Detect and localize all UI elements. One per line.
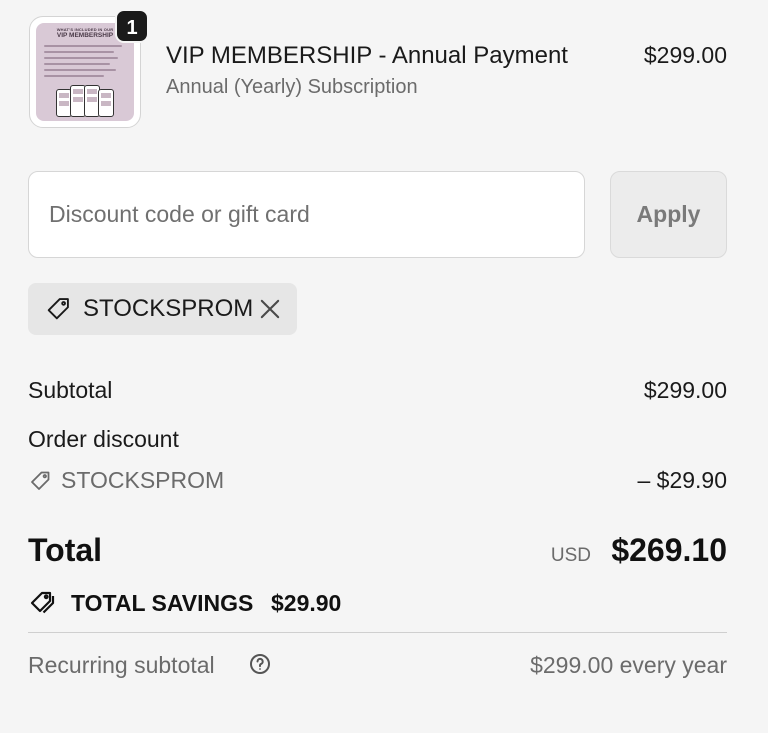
tag-icon xyxy=(31,471,50,490)
product-subtitle: Annual (Yearly) Subscription xyxy=(166,76,418,98)
order-discount-value: – $29.90 xyxy=(637,467,727,493)
product-price: $299.00 xyxy=(643,42,727,68)
quantity-badge: 1 xyxy=(115,9,149,43)
total-savings-label: TOTAL SAVINGS xyxy=(71,590,254,616)
divider xyxy=(28,632,727,633)
question-circle-icon[interactable] xyxy=(248,652,272,676)
subtotal-label: Subtotal xyxy=(28,377,113,403)
subtotal-value: $299.00 xyxy=(643,377,727,403)
tag-icon xyxy=(47,298,69,320)
total-savings-amount: $29.90 xyxy=(271,590,342,616)
order-discount-label: Order discount xyxy=(28,426,179,452)
product-line-item: WHAT'S INCLUDED IN OUR VIP MEMBERSHIP 1 … xyxy=(29,9,727,128)
order-discount-code: STOCKSPROM xyxy=(61,467,225,493)
total-amount: $269.10 xyxy=(611,532,727,568)
applied-discount-code: STOCKSPROM xyxy=(83,295,254,322)
total-currency: USD xyxy=(550,545,591,566)
savings-tags-icon xyxy=(30,591,55,614)
product-name: VIP MEMBERSHIP - Annual Payment xyxy=(166,42,568,69)
close-icon[interactable] xyxy=(256,295,284,323)
total-label: Total xyxy=(28,532,103,568)
applied-discount-chip: STOCKSPROM xyxy=(28,283,297,335)
product-thumbnail-wrapper: WHAT'S INCLUDED IN OUR VIP MEMBERSHIP 1 xyxy=(29,9,149,128)
recurring-subtotal-label: Recurring subtotal xyxy=(28,652,215,678)
phone-mockups-graphic xyxy=(56,83,114,117)
recurring-subtotal-value: $299.00 every year xyxy=(530,652,727,678)
discount-code-input[interactable] xyxy=(28,171,585,258)
apply-discount-button[interactable]: Apply xyxy=(610,171,727,258)
